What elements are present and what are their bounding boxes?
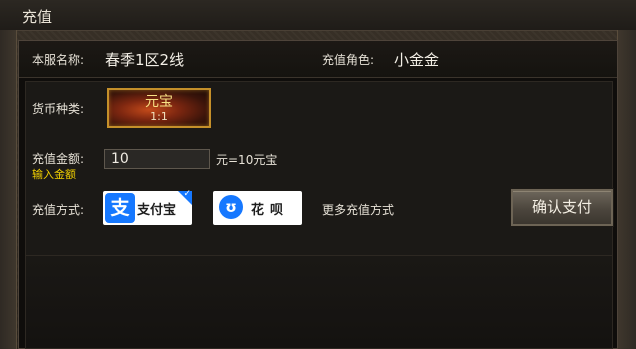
payment-label: 充值方式: <box>32 203 85 217</box>
window-frame-right <box>617 30 636 349</box>
recharge-panel: 本服名称: 春季1区2线 充值角色: 小金金 货币种类: 元宝 1:1 充值金额… <box>18 40 618 349</box>
currency-label: 货币种类: <box>32 102 85 116</box>
checkmark-icon: ✓ <box>183 189 191 199</box>
server-label: 本服名称: <box>32 53 85 67</box>
server-name: 春季1区2线 <box>105 51 185 69</box>
currency-name: 元宝 <box>145 94 173 110</box>
amount-hint: 输入金额 <box>32 168 76 181</box>
confirm-pay-button[interactable]: 确认支付 <box>511 189 613 226</box>
alipay-label: 支付宝 <box>137 203 177 218</box>
alipay-button[interactable]: 支 支付宝 ✓ <box>103 189 192 225</box>
role-name: 小金金 <box>394 51 440 69</box>
window-title: 充值 <box>22 8 53 26</box>
more-payment-link[interactable]: 更多充值方式 <box>322 201 394 218</box>
role-label: 充值角色: <box>322 53 375 67</box>
huabei-label: 花呗 <box>251 203 290 218</box>
huabei-button[interactable]: ʊ 花呗 <box>213 191 302 225</box>
window-frame-left <box>0 30 17 349</box>
server-info-row: 本服名称: 春季1区2线 充值角色: 小金金 <box>19 41 617 78</box>
amount-input[interactable] <box>104 149 210 169</box>
amount-label: 充值金额: <box>32 152 85 166</box>
alipay-logo-icon: 支 <box>105 193 135 223</box>
huabei-logo-icon: ʊ <box>219 195 243 219</box>
amount-unit: 元=10元宝 <box>216 153 278 167</box>
recharge-window: 充值 本服名称: 春季1区2线 充值角色: 小金金 货币种类: 元宝 1:1 充… <box>0 0 636 349</box>
title-bar: 充值 <box>0 0 636 31</box>
currency-rate: 1:1 <box>150 110 168 123</box>
info-area <box>25 255 613 349</box>
currency-option-yuanbao[interactable]: 元宝 1:1 <box>107 88 211 128</box>
